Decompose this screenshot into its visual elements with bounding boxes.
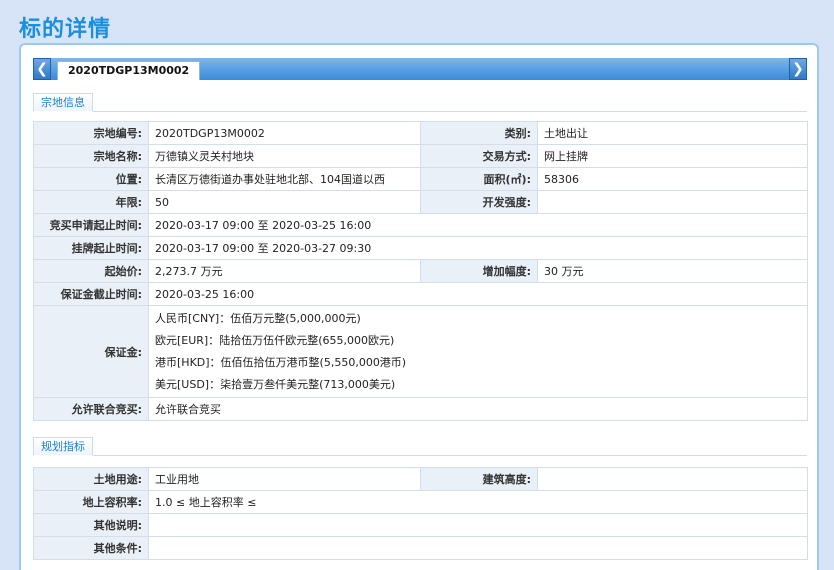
other-notes-label: 其他说明:	[33, 513, 149, 537]
other-conditions-label: 其他条件:	[33, 536, 149, 560]
dev-intensity-label: 开发强度:	[420, 190, 538, 214]
table-row: 位置: 长清区万德街道办事处驻地北部、104国道以西 面积(㎡): 58306	[33, 167, 808, 191]
deposit-value: 人民币[CNY]：伍佰万元整(5,000,000元) 欧元[EUR]：陆拾伍万伍…	[148, 305, 808, 398]
increment-label: 增加幅度:	[420, 259, 538, 283]
table-row: 竞买申请起止时间: 2020-03-17 09:00 至 2020-03-25 …	[33, 213, 808, 237]
table-row: 宗地编号: 2020TDGP13M0002 类别: 土地出让	[33, 121, 808, 145]
table-row: 宗地名称: 万德镇义灵关村地块 交易方式: 网上挂牌	[33, 144, 808, 168]
table-row: 起始价: 2,273.7 万元 增加幅度: 30 万元	[33, 259, 808, 283]
category-value: 土地出让	[537, 121, 808, 145]
parcel-no-value: 2020TDGP13M0002	[148, 121, 421, 145]
table-row: 挂牌起止时间: 2020-03-17 09:00 至 2020-03-27 09…	[33, 236, 808, 260]
building-height-label: 建筑高度:	[420, 467, 538, 491]
parcel-name-label: 宗地名称:	[33, 144, 149, 168]
parcel-no-label: 宗地编号:	[33, 121, 149, 145]
location-value: 长清区万德街道办事处驻地北部、104国道以西	[148, 167, 421, 191]
trade-method-value: 网上挂牌	[537, 144, 808, 168]
deposit-line-hkd: 港币[HKD]：伍佰伍拾伍万港币整(5,550,000港币)	[155, 355, 407, 369]
joint-bid-label: 允许联合竞买:	[33, 397, 149, 421]
start-price-value: 2,273.7 万元	[148, 259, 421, 283]
tab-bar: ❮ 2020TDGP13M0002 ❯	[33, 58, 807, 80]
table-row: 其他说明:	[33, 513, 808, 537]
table-row: 其他条件:	[33, 536, 808, 560]
table-row: 地上容积率: 1.0 ≤ 地上容积率 ≤	[33, 490, 808, 514]
bid-apply-period-label: 竞买申请起止时间:	[33, 213, 149, 237]
dev-intensity-value	[537, 190, 808, 214]
area-label: 面积(㎡):	[420, 167, 538, 191]
plot-ratio-label: 地上容积率:	[33, 490, 149, 514]
detail-panel: ❮ 2020TDGP13M0002 ❯ 宗地信息 宗地编号: 2020TDGP1…	[19, 43, 819, 570]
section-header-parcel: 宗地信息	[33, 92, 807, 112]
deposit-deadline-value: 2020-03-25 16:00	[148, 282, 808, 306]
tab-parcel[interactable]: 2020TDGP13M0002	[57, 61, 201, 80]
start-price-label: 起始价:	[33, 259, 149, 283]
land-use-label: 土地用途:	[33, 467, 149, 491]
deposit-line-cny: 人民币[CNY]：伍佰万元整(5,000,000元)	[155, 311, 361, 325]
joint-bid-value: 允许联合竞买	[148, 397, 808, 421]
scroll-left-arrow-icon[interactable]: ❮	[33, 58, 51, 80]
section-title-parcel: 宗地信息	[33, 93, 93, 112]
building-height-value	[537, 467, 808, 491]
plot-ratio-value: 1.0 ≤ 地上容积率 ≤	[148, 490, 808, 514]
land-use-value: 工业用地	[148, 467, 421, 491]
section-title-planning: 规划指标	[33, 437, 93, 456]
table-row: 保证金: 人民币[CNY]：伍佰万元整(5,000,000元) 欧元[EUR]：…	[33, 305, 808, 398]
term-value: 50	[148, 190, 421, 214]
parcel-info-table: 宗地编号: 2020TDGP13M0002 类别: 土地出让 宗地名称: 万德镇…	[33, 121, 808, 421]
other-conditions-value	[148, 536, 808, 560]
listing-period-label: 挂牌起止时间:	[33, 236, 149, 260]
trade-method-label: 交易方式:	[420, 144, 538, 168]
deposit-deadline-label: 保证金截止时间:	[33, 282, 149, 306]
deposit-line-usd: 美元[USD]：柒拾壹万叁仟美元整(713,000美元)	[155, 377, 396, 391]
location-label: 位置:	[33, 167, 149, 191]
parcel-name-value: 万德镇义灵关村地块	[148, 144, 421, 168]
bid-apply-period-value: 2020-03-17 09:00 至 2020-03-25 16:00	[148, 213, 808, 237]
page-title: 标的详情	[19, 17, 112, 42]
increment-value: 30 万元	[537, 259, 808, 283]
scroll-right-arrow-icon[interactable]: ❯	[789, 58, 807, 80]
deposit-label: 保证金:	[33, 305, 149, 398]
section-header-planning: 规划指标	[33, 436, 807, 456]
listing-period-value: 2020-03-17 09:00 至 2020-03-27 09:30	[148, 236, 808, 260]
other-notes-value	[148, 513, 808, 537]
table-row: 保证金截止时间: 2020-03-25 16:00	[33, 282, 808, 306]
deposit-line-eur: 欧元[EUR]：陆拾伍万伍仟欧元整(655,000欧元)	[155, 333, 395, 347]
area-value: 58306	[537, 167, 808, 191]
table-row: 年限: 50 开发强度:	[33, 190, 808, 214]
planning-info-table: 土地用途: 工业用地 建筑高度: 地上容积率: 1.0 ≤ 地上容积率 ≤ 其他…	[33, 467, 808, 560]
table-row: 土地用途: 工业用地 建筑高度:	[33, 467, 808, 491]
table-row: 允许联合竞买: 允许联合竞买	[33, 397, 808, 421]
category-label: 类别:	[420, 121, 538, 145]
term-label: 年限:	[33, 190, 149, 214]
